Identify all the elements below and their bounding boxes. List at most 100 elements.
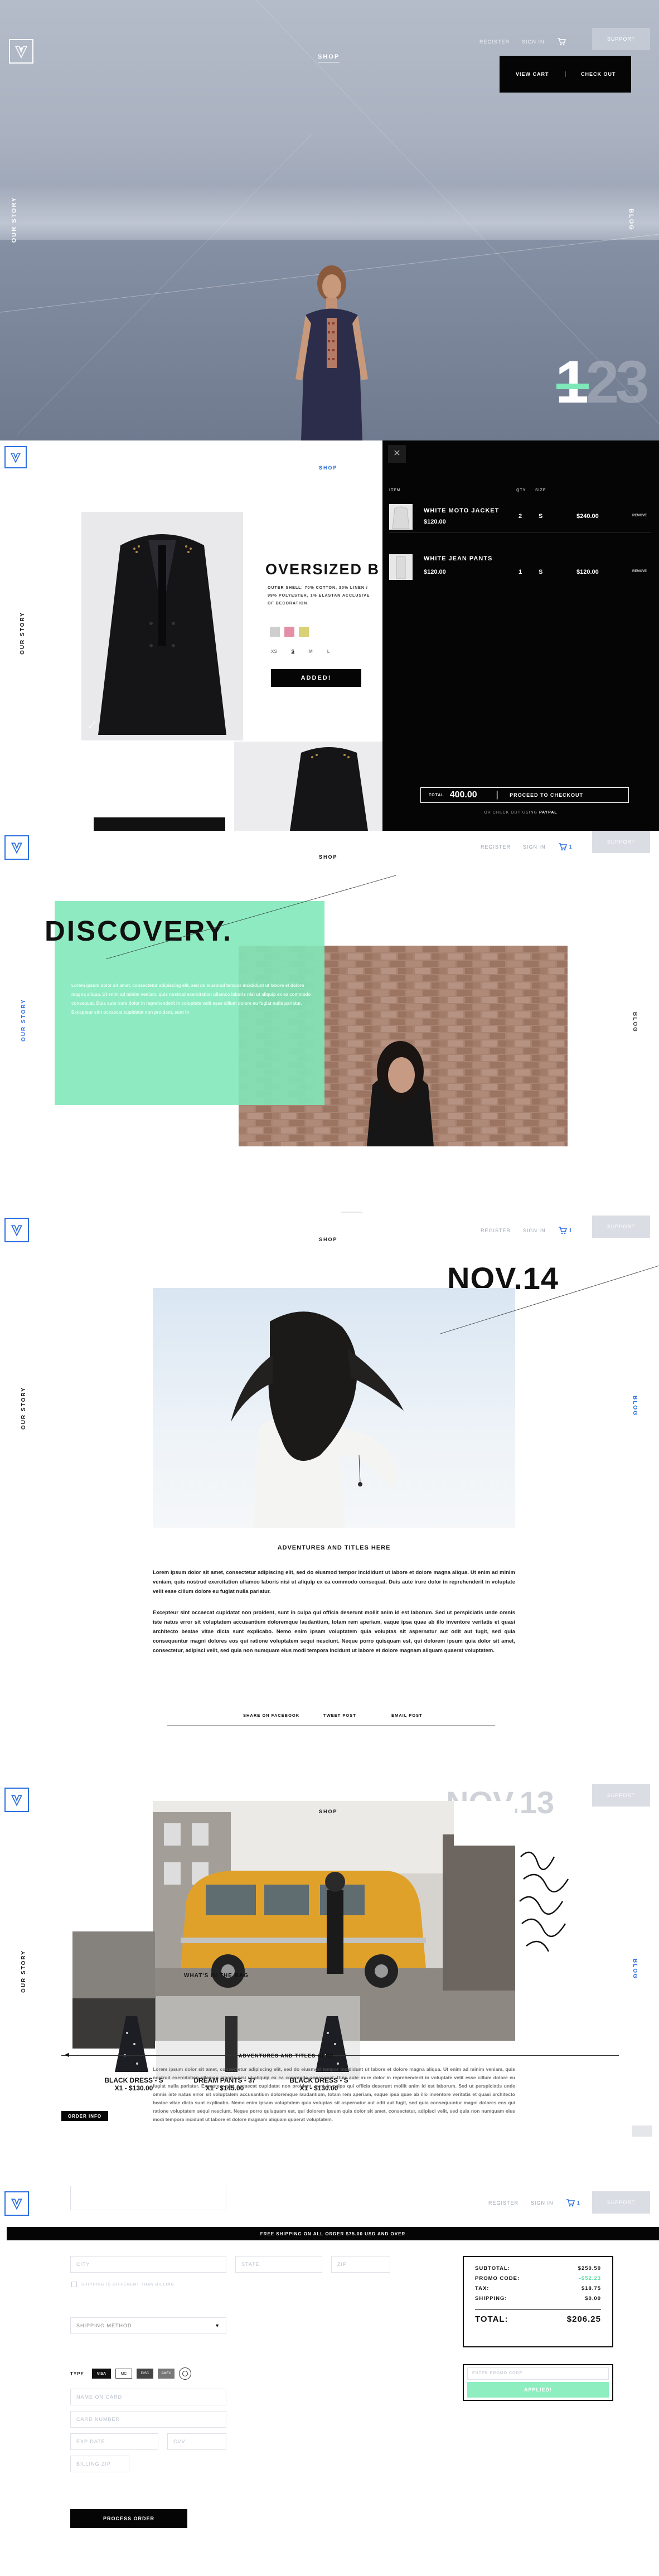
- cart-item-qty[interactable]: 1: [519, 569, 522, 575]
- shipping-different-checkbox[interactable]: SHIPPING IS DIFFERENT THAN BILLING: [71, 2282, 175, 2287]
- color-swatches: [270, 627, 309, 637]
- nav-our-story[interactable]: OUR STORY: [11, 197, 17, 243]
- size-l[interactable]: L: [327, 649, 330, 654]
- cart-button[interactable]: 1: [566, 2199, 581, 2207]
- cvv-field[interactable]: CVV: [167, 2433, 226, 2450]
- chevron-down-icon: ▼: [215, 2323, 220, 2328]
- checkbox-icon: [71, 2282, 77, 2287]
- nav-shop[interactable]: SHOP: [319, 465, 338, 471]
- state-field[interactable]: STATE: [235, 2256, 322, 2273]
- nav-shop[interactable]: SHOP: [318, 54, 340, 62]
- mastercard-icon[interactable]: MC: [115, 2369, 132, 2379]
- prev-arrow-icon[interactable]: ◀: [65, 2052, 69, 2058]
- nav-our-story[interactable]: OUR STORY: [20, 612, 26, 655]
- subtotal-value: $250.50: [578, 2265, 601, 2272]
- type-label: TYPE: [70, 2371, 84, 2376]
- logo[interactable]: [4, 446, 27, 468]
- discover-card-icon[interactable]: DISC: [136, 2369, 153, 2379]
- col-size: SIZE: [535, 488, 546, 492]
- cart-item-price: $120.00: [424, 569, 446, 575]
- total-label: TOTAL: [429, 793, 444, 797]
- shop-cart-section: SHOP OUR STORY ⤢ OVERSIZED B OUTER SHELL…: [0, 440, 659, 831]
- expand-icon[interactable]: ⤢: [86, 719, 98, 732]
- check-out-button[interactable]: CHECK OUT: [566, 71, 632, 77]
- slide-counter: 123: [555, 348, 649, 415]
- register-link[interactable]: REGISTER: [488, 2200, 519, 2206]
- top-links: REGISTER SIGN IN: [479, 38, 566, 46]
- order-info-button[interactable]: ORDER INFO: [61, 2111, 108, 2121]
- register-link[interactable]: REGISTER: [479, 39, 510, 45]
- scroll-thumb[interactable]: [632, 2125, 652, 2137]
- free-shipping-banner: FREE SHIPPING ON ALL ORDER $75.00 USD AN…: [7, 2227, 659, 2240]
- city-field[interactable]: CITY: [70, 2256, 226, 2273]
- swatch-grey[interactable]: [270, 627, 280, 637]
- nav-blog[interactable]: BLOG: [632, 1959, 638, 1979]
- support-button[interactable]: SUPPORT: [592, 28, 650, 50]
- shipping-value: $0.00: [585, 2296, 601, 2302]
- sign-in-link[interactable]: SIGN IN: [531, 2200, 554, 2206]
- swatch-pink[interactable]: [284, 627, 294, 637]
- remove-button[interactable]: REMOVE: [632, 570, 647, 573]
- article-paragraph-1: Lorem ipsum dolor sit amet, consectetur …: [153, 1570, 515, 1595]
- support-button[interactable]: SUPPORT: [592, 1784, 650, 1807]
- collage-text: Lorem ipsum dolor sit amet, consectetur …: [153, 2066, 515, 2122]
- product-description: OUTER SHELL: 70% COTTON, 30% LINEN / 99%…: [268, 586, 370, 606]
- cart-item-size[interactable]: S: [539, 569, 542, 575]
- paypal-link[interactable]: PAYPAL: [539, 811, 558, 815]
- cart-item-size[interactable]: S: [539, 513, 542, 520]
- total-value: $206.25: [566, 2314, 601, 2324]
- added-button[interactable]: ADDED!: [271, 669, 361, 687]
- size-s[interactable]: S: [292, 649, 294, 654]
- cart-item: WHITE JEAN PANTS $120.00 1 S $120.00 REM…: [389, 552, 651, 583]
- slide-counter-active[interactable]: 1: [555, 348, 589, 415]
- product-image[interactable]: [81, 512, 243, 740]
- swatch-yellow[interactable]: [299, 627, 309, 637]
- total-value: 400.00: [449, 790, 477, 800]
- sign-in-link[interactable]: SIGN IN: [522, 39, 545, 45]
- cart-table-header: ITEM QTY SIZE: [389, 488, 651, 492]
- tweet-post-link[interactable]: TWEET POST: [323, 1713, 356, 1718]
- checkout-section: REGISTER SIGN IN 1 SUPPORT FREE SHIPPING…: [0, 2186, 659, 2576]
- remove-button[interactable]: REMOVE: [632, 514, 647, 517]
- share-facebook-link[interactable]: SHARE ON FACEBOOK: [243, 1713, 299, 1718]
- exp-date-field[interactable]: EXP DATE: [70, 2433, 158, 2450]
- close-icon[interactable]: ✕: [388, 445, 406, 463]
- size-xs[interactable]: XS: [271, 649, 277, 654]
- proceed-checkout-button[interactable]: PROCEED TO CHECKOUT: [510, 792, 583, 798]
- logo[interactable]: [4, 1788, 29, 1812]
- support-button[interactable]: SUPPORT: [592, 2191, 650, 2214]
- diners-card-icon[interactable]: [178, 2367, 191, 2380]
- email-post-link[interactable]: EMAIL POST: [391, 1713, 423, 1718]
- amex-card-icon[interactable]: AMEX: [157, 2369, 175, 2379]
- col-item: ITEM: [389, 488, 401, 492]
- zip-field[interactable]: ZIP: [331, 2256, 390, 2273]
- slide-counter-rest[interactable]: 23: [585, 348, 649, 415]
- cart-item-thumb: [389, 554, 413, 580]
- discovery-section: SHOP REGISTER SIGN IN 1 SUPPORT OUR STOR…: [0, 831, 659, 1216]
- visa-card-icon[interactable]: VISA: [91, 2369, 111, 2379]
- nav-our-story[interactable]: OUR STORY: [21, 1950, 27, 1993]
- view-cart-button[interactable]: VIEW CART: [500, 71, 566, 77]
- promo-code-input[interactable]: ENTER PROMO CODE: [467, 2367, 609, 2380]
- paypal-line: OR CHECK OUT USING PAYPAL: [484, 811, 558, 815]
- card-type-row: TYPE VISA MC DISC AMEX: [70, 2367, 191, 2380]
- apply-promo-button[interactable]: APPLIED!: [467, 2382, 609, 2398]
- process-order-button[interactable]: PROCESS ORDER: [70, 2509, 187, 2528]
- slide-indicator: [556, 384, 589, 389]
- shipping-method-select[interactable]: SHIPPING METHOD ▼: [70, 2317, 226, 2334]
- article-section: SHOP REGISTER SIGN IN 1 SUPPORT OUR STOR…: [0, 1216, 659, 1784]
- logo[interactable]: [4, 2191, 29, 2216]
- logo[interactable]: [9, 39, 33, 64]
- cart-item-qty[interactable]: 2: [519, 513, 522, 520]
- nav-shop[interactable]: SHOP: [319, 1809, 338, 1814]
- product-thumb-image[interactable]: [234, 742, 382, 831]
- nav-blog[interactable]: BLOG: [628, 209, 634, 231]
- cart-button[interactable]: [557, 38, 566, 46]
- card-number-field[interactable]: CARD NUMBER: [70, 2411, 226, 2428]
- cart-item-name: WHITE JEAN PANTS: [424, 555, 493, 562]
- size-m[interactable]: M: [309, 649, 313, 654]
- hero-model-image: [295, 265, 368, 440]
- billing-zip-field[interactable]: BILLING ZIP: [70, 2456, 129, 2472]
- name-on-card-field[interactable]: NAME ON CARD: [70, 2389, 226, 2405]
- article-paragraph-2: Excepteur sint occaecat cupidatat non pr…: [153, 1610, 515, 1654]
